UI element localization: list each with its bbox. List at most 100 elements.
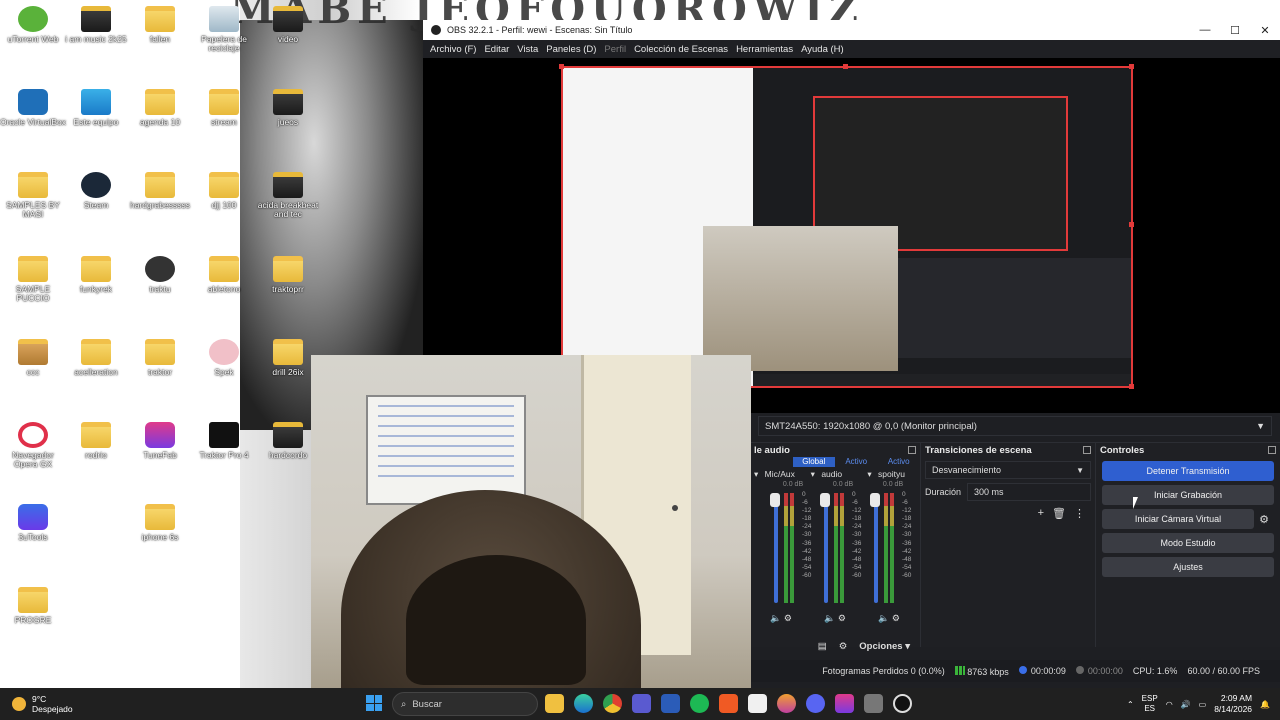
- volume-fader-knob[interactable]: [820, 493, 830, 507]
- speaker-icon[interactable]: 🔈 ⚙: [808, 613, 862, 624]
- channel-spoityu[interactable]: ▾ spoityu: [863, 469, 920, 480]
- teams-icon[interactable]: [632, 694, 651, 713]
- desktop-icon-jueos[interactable]: jueos: [255, 85, 321, 127]
- desktop-icon-virtualbox[interactable]: Oracle VirtualBox: [0, 85, 66, 127]
- speaker-icon[interactable]: 🔈 ⚙: [754, 613, 808, 624]
- desktop-icon-acida-breakbeat[interactable]: acida breakbeat and tec: [255, 168, 321, 220]
- duration-input[interactable]: 300 ms: [967, 483, 1091, 501]
- layout-icon[interactable]: ▤: [818, 641, 827, 652]
- menu-herramientas[interactable]: Herramientas: [732, 44, 797, 55]
- search-box[interactable]: ⌕ Buscar: [392, 692, 538, 716]
- desktop-icon-abletono[interactable]: abletono: [191, 252, 257, 294]
- language-indicator[interactable]: ESP ES: [1142, 694, 1158, 713]
- desktop-icon-3utools[interactable]: 3uTools: [0, 500, 66, 542]
- menu-archivo[interactable]: Archivo (F): [426, 44, 480, 55]
- edge-icon[interactable]: [574, 694, 593, 713]
- monitor-select[interactable]: SMT24A550: 1920x1080 @ 0,0 (Monitor prin…: [758, 416, 1272, 436]
- desktop-icon-traktor-pro-4[interactable]: Traktor Pro 4: [191, 418, 257, 460]
- volume-fader[interactable]: [824, 493, 828, 603]
- chevron-up-icon[interactable]: ⌃: [1127, 700, 1134, 709]
- settings-button[interactable]: Ajustes: [1102, 557, 1274, 577]
- resize-handle[interactable]: [559, 64, 564, 69]
- tunefab-icon[interactable]: [835, 694, 854, 713]
- spotify-icon[interactable]: [690, 694, 709, 713]
- resize-handle[interactable]: [1129, 384, 1134, 389]
- desktop-icon-progre[interactable]: PROGRE: [0, 583, 66, 625]
- desktop-icon-traktoprr[interactable]: traktoprr: [255, 252, 321, 294]
- meter-mic-aux[interactable]: 0.0 dB 0 -6 -12 -18 -24 -30 -36 -42 -48 -54 -60: [770, 481, 816, 611]
- start-recording-button[interactable]: Iniciar Grabación: [1102, 485, 1274, 505]
- trash-icon[interactable]: 🗑: [1052, 507, 1066, 520]
- resize-handle[interactable]: [1129, 222, 1134, 227]
- battery-icon[interactable]: ▭: [1199, 700, 1207, 709]
- desktop-icon-iphone-6s[interactable]: iphone 6s: [127, 500, 193, 542]
- notifications-icon[interactable]: 🔔: [1260, 700, 1270, 709]
- obs-titlebar[interactable]: OBS 32.2.1 - Perfil: wewi - Escenas: Sin…: [423, 20, 1280, 40]
- desktop-icon-este-equipo[interactable]: Este equipo: [63, 85, 129, 127]
- gear-icon[interactable]: ⚙: [1254, 513, 1274, 526]
- menu-vista[interactable]: Vista: [513, 44, 542, 55]
- menu-coleccion-escenas[interactable]: Colección de Escenas: [630, 44, 732, 55]
- volume-icon[interactable]: 🔊: [1181, 700, 1191, 709]
- desktop-icon-spek[interactable]: Spek: [191, 335, 257, 377]
- clock[interactable]: 2:09 AM 8/14/2026: [1214, 693, 1252, 715]
- desktop-icon-samples-by-masi[interactable]: SAMPLES BY MASI: [0, 168, 66, 220]
- desktop-icon-hardgrabes[interactable]: hardgrabesssss: [127, 168, 193, 210]
- desktop-icon-funkyrek[interactable]: funkyrek: [63, 252, 129, 294]
- speaker-icon[interactable]: 🔈 ⚙: [862, 613, 916, 624]
- start-button[interactable]: [366, 695, 382, 711]
- desktop-icon-steam[interactable]: Steam: [63, 168, 129, 210]
- minimize-button[interactable]: —: [1190, 24, 1220, 36]
- word-icon[interactable]: [661, 694, 680, 713]
- volume-fader-knob[interactable]: [870, 493, 880, 507]
- display-capture-source[interactable]: [561, 66, 1133, 388]
- menu-editar[interactable]: Editar: [480, 44, 513, 55]
- desktop-icon-i-am-music[interactable]: i am music 2k25: [63, 2, 129, 44]
- menu-ayuda[interactable]: Ayuda (H): [797, 44, 848, 55]
- desktop-icon-stream[interactable]: stream: [191, 85, 257, 127]
- volume-fader-knob[interactable]: [770, 493, 780, 507]
- settings-icon[interactable]: [864, 694, 883, 713]
- undock-icon[interactable]: [1083, 446, 1091, 454]
- more-options-icon[interactable]: ⋮: [1074, 507, 1085, 520]
- studio-mode-button[interactable]: Modo Estudio: [1102, 533, 1274, 553]
- desktop-icon-ccc[interactable]: ccc: [0, 335, 66, 377]
- add-icon[interactable]: +: [1038, 507, 1044, 520]
- advanced-audio-icon[interactable]: ⚙: [839, 641, 848, 652]
- resize-handle[interactable]: [843, 64, 848, 69]
- weather-widget[interactable]: 9°C Despejado: [0, 694, 160, 714]
- chrome-icon[interactable]: [603, 694, 622, 713]
- notepad-icon[interactable]: [748, 694, 767, 713]
- meter-audio[interactable]: 0.0 dB 0 -6 -12 -18 -24 -30 -36 -42 -48 -54 -60: [820, 481, 866, 611]
- desktop-icon-utorrent[interactable]: uTorrent Web: [0, 2, 66, 44]
- options-menu-button[interactable]: Opciones ▾: [859, 641, 910, 652]
- desktop-icon-acelleration[interactable]: acelleration: [63, 335, 129, 377]
- wifi-icon[interactable]: ◠: [1166, 700, 1173, 709]
- desktop-icon-fallen[interactable]: fallen: [127, 2, 193, 44]
- channel-mic-aux[interactable]: ▾ Mic/Aux: [750, 469, 807, 480]
- menu-paneles[interactable]: Paneles (D): [542, 44, 600, 55]
- start-virtual-camera-button[interactable]: Iniciar Cámara Virtual: [1102, 509, 1254, 529]
- volume-fader[interactable]: [874, 493, 878, 603]
- discord-icon[interactable]: [806, 694, 825, 713]
- desktop-icon-recycle-bin[interactable]: Papelera de reciclaje: [191, 2, 257, 54]
- channel-audio[interactable]: ▾ audio: [807, 469, 864, 480]
- maximize-button[interactable]: ☐: [1220, 24, 1250, 37]
- desktop-icon-video[interactable]: video: [255, 2, 321, 44]
- firefox-icon[interactable]: [777, 694, 796, 713]
- desktop-icon-djj-100[interactable]: djj 100: [191, 168, 257, 210]
- undock-icon[interactable]: [1268, 446, 1276, 454]
- brave-icon[interactable]: [719, 694, 738, 713]
- close-button[interactable]: ✕: [1250, 24, 1280, 37]
- file-explorer-icon[interactable]: [545, 694, 564, 713]
- stop-streaming-button[interactable]: Detener Transmisión: [1102, 461, 1274, 481]
- desktop-icon-rodrio[interactable]: rodrio: [63, 418, 129, 460]
- obs-icon[interactable]: [893, 694, 912, 713]
- resize-handle[interactable]: [1129, 64, 1134, 69]
- desktop-icon-opera-gx[interactable]: Navegador Opera GX: [0, 418, 66, 470]
- desktop-icon-traktu[interactable]: traktu: [127, 252, 193, 294]
- transition-type-select[interactable]: Desvanecimiento ▼: [925, 461, 1091, 479]
- meter-spoityu[interactable]: 0.0 dB 0 -6 -12 -18 -24 -30 -36 -42 -48 -54 -60: [870, 481, 916, 611]
- volume-fader[interactable]: [774, 493, 778, 603]
- desktop-icon-agenda-10[interactable]: agenda 10: [127, 85, 193, 127]
